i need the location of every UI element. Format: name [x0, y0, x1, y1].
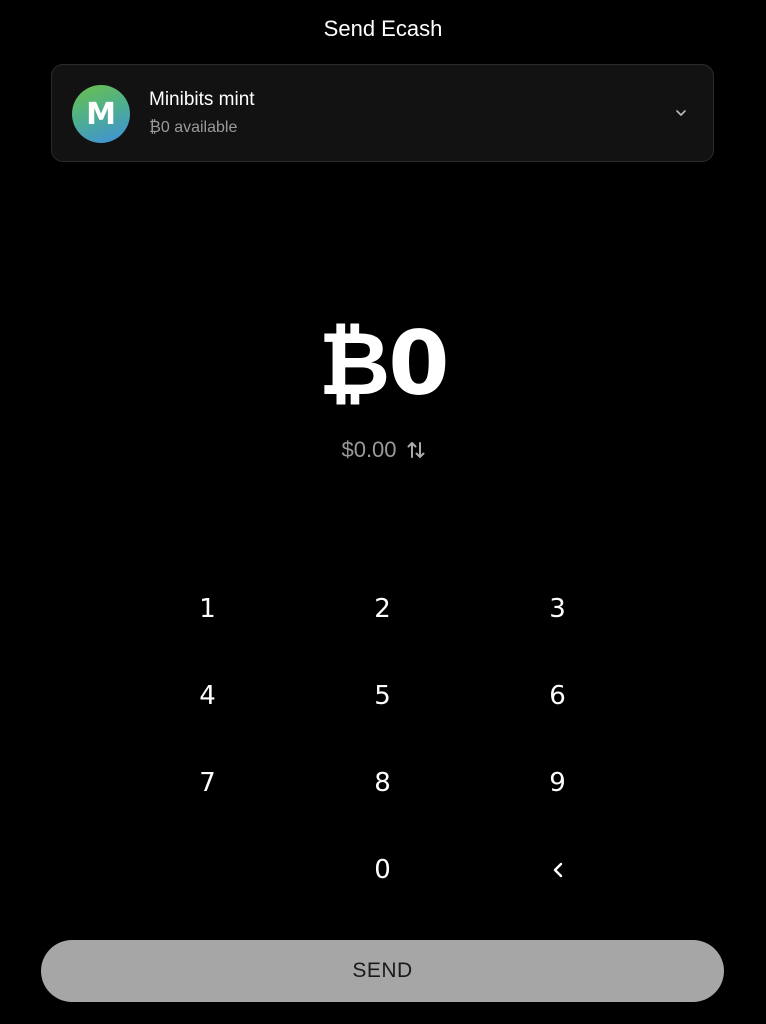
mint-avatar-letter: M [86, 96, 116, 132]
key-2[interactable]: 2 [295, 565, 470, 652]
key-3[interactable]: 3 [470, 565, 645, 652]
fiat-amount: $0.00 [341, 437, 397, 462]
mint-name: Minibits mint [149, 89, 255, 110]
key-1[interactable]: 1 [120, 565, 295, 652]
key-empty [120, 826, 295, 913]
key-0[interactable]: 0 [295, 826, 470, 913]
key-4[interactable]: 4 [120, 652, 295, 739]
page-title: Send Ecash [323, 16, 443, 41]
swap-vertical-icon[interactable] [407, 439, 425, 461]
mint-balance: ₿0 available [149, 119, 238, 136]
key-7[interactable]: 7 [120, 739, 295, 826]
numeric-keypad: 1 2 3 4 5 6 7 8 9 0 [120, 565, 645, 913]
chevron-left-icon [553, 862, 562, 877]
key-8[interactable]: 8 [295, 739, 470, 826]
chevron-down-icon [676, 110, 686, 116]
key-6[interactable]: 6 [470, 652, 645, 739]
fiat-row: $0.00 [0, 437, 766, 463]
mint-selector[interactable]: M Minibits mint ₿0 available [51, 64, 714, 162]
mint-avatar: M [72, 85, 130, 143]
key-5[interactable]: 5 [295, 652, 470, 739]
amount-display: ₿0 [318, 312, 450, 415]
send-button[interactable]: SEND [41, 940, 724, 1002]
backspace-key[interactable] [470, 826, 645, 913]
key-9[interactable]: 9 [470, 739, 645, 826]
